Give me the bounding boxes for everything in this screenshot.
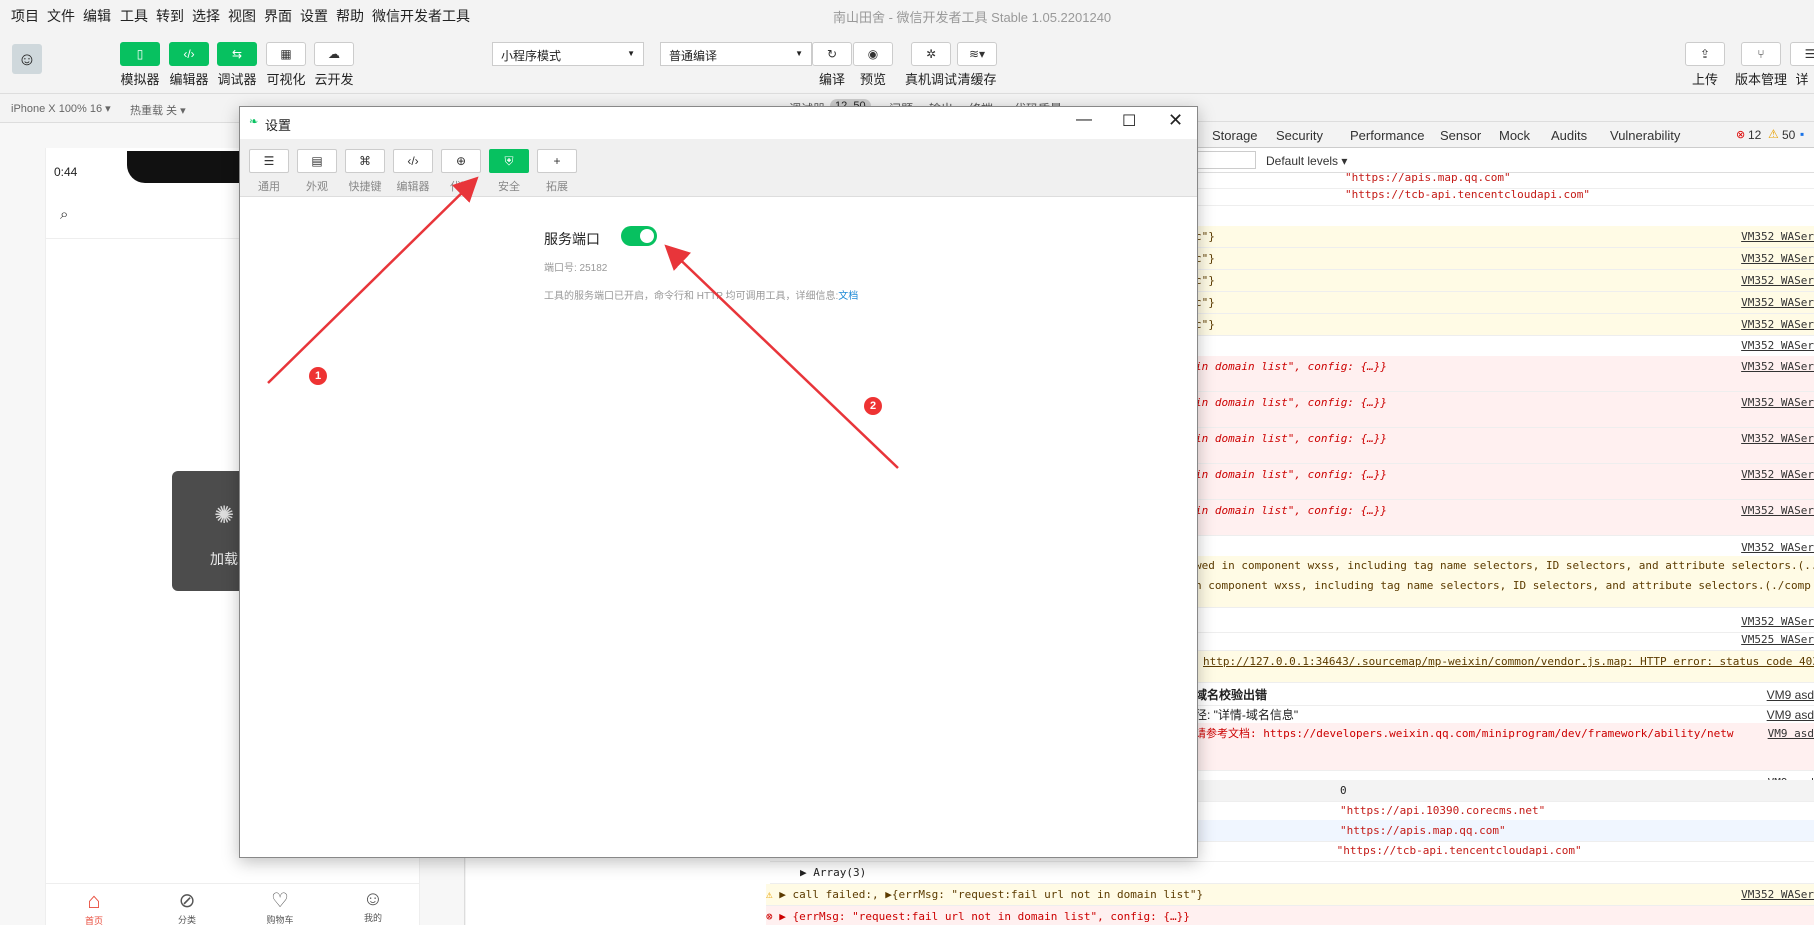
annotation-badge-1: 1 xyxy=(309,367,327,385)
arrow-1 xyxy=(267,176,479,384)
annotation-badge-2: 2 xyxy=(864,397,882,415)
arrow-2 xyxy=(664,244,899,469)
annotation-arrows xyxy=(267,176,899,469)
